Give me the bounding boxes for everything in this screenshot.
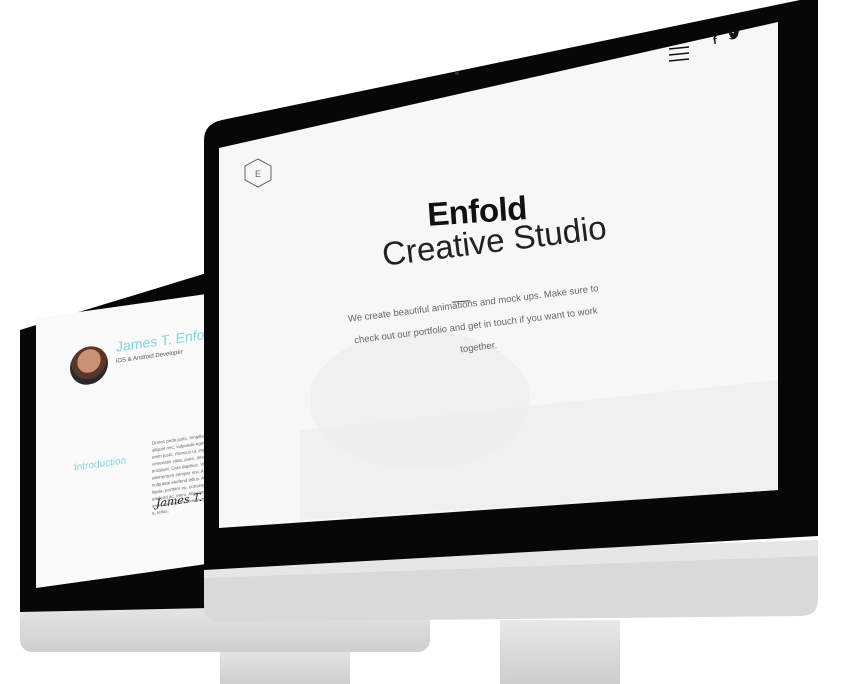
facebook-icon[interactable]: f xyxy=(712,35,717,47)
logo-letter: E xyxy=(255,169,261,179)
hexagon-logo-icon[interactable]: E xyxy=(244,158,272,188)
hamburger-menu-icon[interactable] xyxy=(668,42,690,64)
imac-mockup-scene: James T. Enfold iOS & Android Developer … xyxy=(0,0,845,684)
twitter-icon[interactable] xyxy=(728,29,740,41)
